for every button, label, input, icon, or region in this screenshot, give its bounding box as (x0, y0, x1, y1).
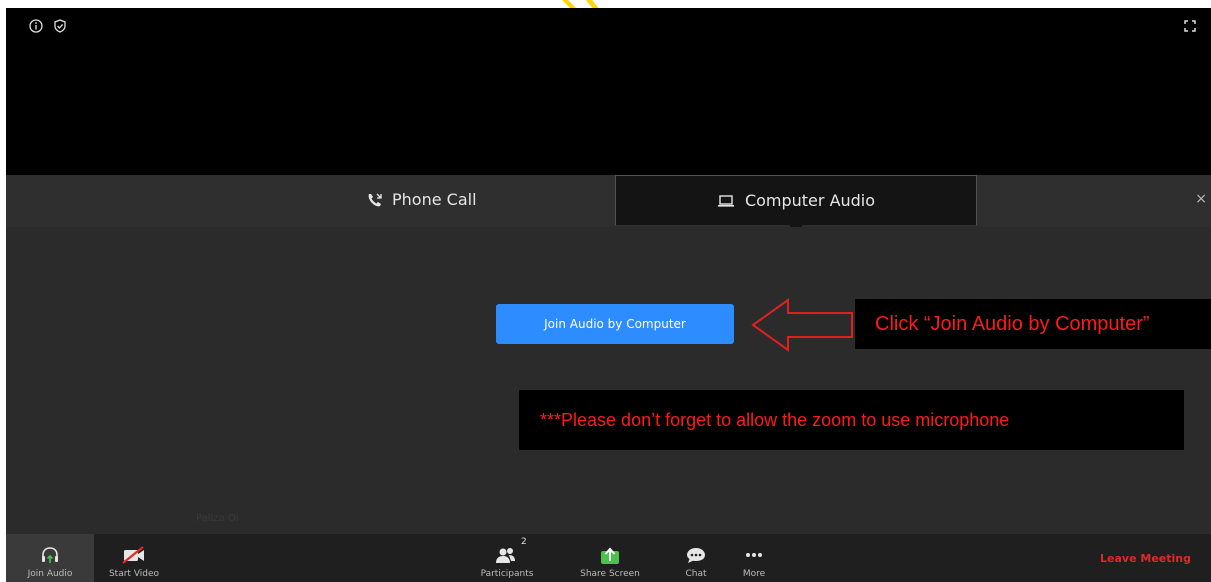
arrow-annotation (751, 298, 853, 352)
more-button[interactable]: More (734, 534, 774, 582)
tab-computer-audio-label: Computer Audio (744, 191, 876, 210)
phone-icon (368, 193, 382, 206)
chat-button[interactable]: Chat (676, 534, 716, 582)
participants-icon (496, 548, 515, 563)
join-audio-button[interactable]: Join Audio (6, 534, 94, 582)
meeting-window: Phone Call Computer Audio × Join Audio b… (6, 8, 1211, 582)
tab-computer-audio[interactable]: Computer Audio (615, 175, 977, 225)
share-screen-icon (601, 547, 619, 564)
chat-label: Chat (685, 569, 707, 579)
join-audio-by-computer-button[interactable]: Join Audio by Computer (496, 304, 734, 344)
computer-audio-panel: Join Audio by Computer Click “Join Audio… (6, 227, 1211, 534)
share-screen-button[interactable]: Share Screen (572, 534, 648, 582)
microphone-notice: ***Please don’t forget to allow the zoom… (519, 390, 1184, 450)
callout-annotation: Click “Join Audio by Computer” (855, 299, 1211, 349)
participants-button[interactable]: 2 Participants (472, 534, 542, 582)
start-video-button[interactable]: Start Video (98, 534, 170, 582)
share-screen-label: Share Screen (580, 569, 640, 579)
chat-icon (687, 548, 705, 563)
tab-phone-call-label: Phone Call (392, 190, 477, 209)
start-video-label: Start Video (108, 569, 160, 579)
participant-name-label: Paliza Oi (196, 513, 239, 524)
video-off-icon (122, 546, 144, 564)
shield-icon[interactable] (52, 18, 68, 34)
laptop-icon (717, 194, 734, 207)
close-icon[interactable]: × (1195, 191, 1207, 207)
info-icon[interactable] (28, 18, 44, 34)
participants-label: Participants (480, 569, 534, 579)
headphones-icon (42, 547, 58, 563)
audio-tabs: Phone Call Computer Audio × (6, 175, 1211, 232)
participants-count: 2 (521, 537, 527, 547)
fullscreen-icon[interactable] (1182, 18, 1198, 34)
leave-meeting-button[interactable]: Leave Meeting (1100, 552, 1191, 565)
meeting-toolbar: Join Audio Start Video 2 Participants Sh… (6, 534, 1211, 582)
tab-phone-call[interactable]: Phone Call (366, 190, 477, 209)
more-label: More (742, 569, 766, 579)
more-icon (746, 553, 762, 557)
join-audio-label: Join Audio (27, 569, 73, 579)
video-area (6, 8, 1211, 175)
